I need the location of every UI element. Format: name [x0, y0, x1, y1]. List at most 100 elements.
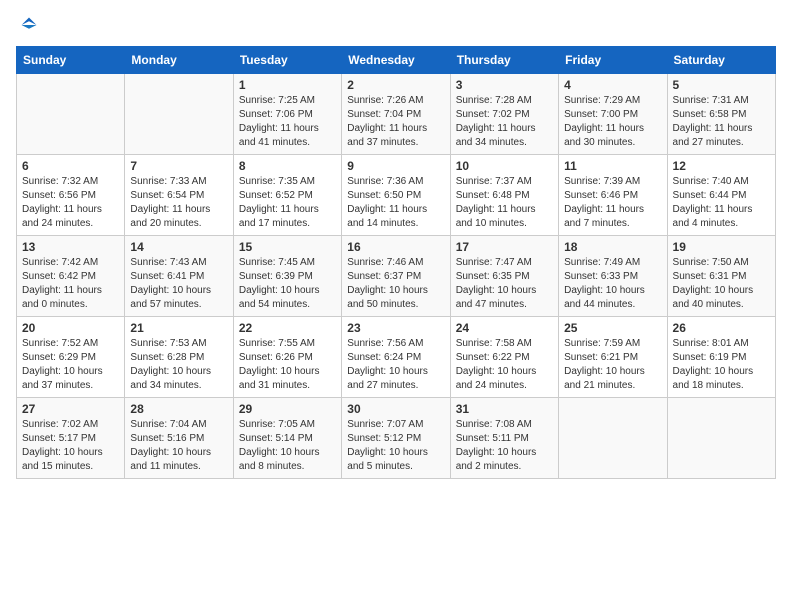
sunset-text: Sunset: 6:46 PM — [564, 190, 638, 201]
calendar-cell: 8Sunrise: 7:35 AMSunset: 6:52 PMDaylight… — [233, 155, 341, 236]
day-number: 29 — [239, 402, 336, 416]
logo — [16, 16, 38, 34]
sunset-text: Sunset: 6:44 PM — [673, 190, 747, 201]
sunset-text: Sunset: 6:37 PM — [347, 271, 421, 282]
calendar-cell: 30Sunrise: 7:07 AMSunset: 5:12 PMDayligh… — [342, 398, 450, 479]
daylight-text: Daylight: 10 hours and 8 minutes. — [239, 447, 320, 472]
calendar-cell: 5 Sunrise: 7:31 AMSunset: 6:58 PMDaylight… — [667, 74, 775, 155]
calendar-cell: 1Sunrise: 7:25 AMSunset: 7:06 PMDaylight… — [233, 74, 341, 155]
sunset-text: Sunset: 6:41 PM — [130, 271, 204, 282]
day-of-week-header: Saturday — [667, 47, 775, 74]
sunset-text: Sunset: 6:21 PM — [564, 352, 638, 363]
calendar-cell: 6Sunrise: 7:32 AMSunset: 6:56 PMDaylight… — [17, 155, 125, 236]
day-number: 5 — [673, 78, 770, 92]
cell-content: Sunrise: 7:25 AMSunset: 7:06 PMDaylight:… — [239, 94, 336, 150]
calendar-cell: 4Sunrise: 7:29 AMSunset: 7:00 PMDaylight… — [559, 74, 667, 155]
cell-content: Sunrise: 7:58 AMSunset: 6:22 PMDaylight:… — [456, 337, 553, 393]
sunrise-text: Sunrise: 7:36 AM — [347, 176, 423, 187]
sunrise-text: Sunrise: 7:42 AM — [22, 257, 98, 268]
day-of-week-header: Sunday — [17, 47, 125, 74]
day-of-week-header: Tuesday — [233, 47, 341, 74]
sunrise-text: Sunrise: 7:28 AM — [456, 95, 532, 106]
sunrise-text: Sunrise: 7:25 AM — [239, 95, 315, 106]
cell-content: Sunrise: 7:49 AM Sunset: 6:33 PM Daylight:… — [564, 256, 661, 312]
daylight-text: Daylight: 11 hours and 30 minutes. — [564, 123, 644, 148]
cell-content: Sunrise: 7:07 AMSunset: 5:12 PMDaylight:… — [347, 418, 444, 474]
daylight-text: Daylight: 11 hours and 41 minutes. — [239, 123, 319, 148]
day-number: 19 — [673, 240, 770, 254]
calendar-cell: 24 Sunrise: 7:58 AMSunset: 6:22 PMDayligh… — [450, 317, 558, 398]
daylight-text: Daylight: 11 hours and 0 minutes. — [22, 285, 102, 310]
daylight-text: Daylight: 10 hours and 47 minutes. — [456, 285, 537, 310]
sunrise-text: Sunrise: 7:02 AM — [22, 419, 98, 430]
calendar-cell: 19 Sunrise: 7:50 AMSunset: 6:31 PMDayligh… — [667, 236, 775, 317]
day-number: 26 — [673, 321, 770, 335]
daylight-text: Daylight: 10 hours and 27 minutes. — [347, 366, 428, 391]
calendar-cell: 21Sunrise: 7:53 AMSunset: 6:28 PMDayligh… — [125, 317, 233, 398]
daylight-text: Daylight: 11 hours and 17 minutes. — [239, 204, 319, 229]
sunrise-text: Sunrise: 7:49 AM — [564, 257, 640, 268]
sunrise-text: Sunrise: 7:53 AM — [130, 338, 206, 349]
sunset-text: Sunset: 5:14 PM — [239, 433, 313, 444]
day-number: 27 — [22, 402, 119, 416]
calendar-cell: 28 Sunrise: 7:04 AMSunset: 5:16 PMDayligh… — [125, 398, 233, 479]
sunrise-text: Sunrise: 7:31 AM — [673, 95, 749, 106]
day-of-week-header: Friday — [559, 47, 667, 74]
calendar-cell: 13Sunrise: 7:42 AMSunset: 6:42 PMDayligh… — [17, 236, 125, 317]
daylight-text: Daylight: 10 hours and 11 minutes. — [130, 447, 211, 472]
calendar-cell: 23Sunrise: 7:56 AMSunset: 6:24 PMDayligh… — [342, 317, 450, 398]
calendar-cell: 22Sunrise: 7:55 AMSunset: 6:26 PMDayligh… — [233, 317, 341, 398]
calendar-week-row: 1Sunrise: 7:25 AMSunset: 7:06 PMDaylight… — [17, 74, 776, 155]
cell-content: Sunrise: 7:50 AMSunset: 6:31 PMDaylight:… — [673, 256, 770, 312]
daylight-text: Daylight: 10 hours and 57 minutes. — [130, 285, 211, 310]
day-number: 4 — [564, 78, 661, 92]
day-number: 9 — [347, 159, 444, 173]
sunrise-text: Sunrise: 7:43 AM — [130, 257, 206, 268]
day-number: 18 — [564, 240, 661, 254]
sunset-text: Sunset: 6:24 PM — [347, 352, 421, 363]
calendar-week-row: 6Sunrise: 7:32 AMSunset: 6:56 PMDaylight… — [17, 155, 776, 236]
sunset-text: Sunset: 6:33 PM — [564, 271, 638, 282]
sunset-text: Sunset: 6:19 PM — [673, 352, 747, 363]
daylight-text: Daylight: 11 hours and 10 minutes. — [456, 204, 536, 229]
sunrise-text: Sunrise: 7:39 AM — [564, 176, 640, 187]
daylight-text: Daylight: 10 hours and 2 minutes. — [456, 447, 537, 472]
daylight-text: Daylight: 10 hours and 24 minutes. — [456, 366, 537, 391]
cell-content: Sunrise: 7:37 AMSunset: 6:48 PMDaylight:… — [456, 175, 553, 231]
cell-content: Sunrise: 7:53 AMSunset: 6:28 PMDaylight:… — [130, 337, 227, 393]
cell-content: Sunrise: 7:40 AM Sunset: 6:44 PM Daylight:… — [673, 175, 770, 231]
sunset-text: Sunset: 5:17 PM — [22, 433, 96, 444]
cell-content: Sunrise: 7:46 AMSunset: 6:37 PMDaylight:… — [347, 256, 444, 312]
sunset-text: Sunset: 7:04 PM — [347, 109, 421, 120]
calendar-cell: 15Sunrise: 7:45 AMSunset: 6:39 PMDayligh… — [233, 236, 341, 317]
sunset-text: Sunset: 5:16 PM — [130, 433, 204, 444]
cell-content: Sunrise: 7:04 AMSunset: 5:16 PMDaylight:… — [130, 418, 227, 474]
calendar-cell: 20Sunrise: 7:52 AMSunset: 6:29 PMDayligh… — [17, 317, 125, 398]
calendar-cell: 9Sunrise: 7:36 AMSunset: 6:50 PMDaylight… — [342, 155, 450, 236]
cell-content: Sunrise: 7:43 AM Sunset: 6:41 PM Daylight:… — [130, 256, 227, 312]
sunset-text: Sunset: 7:00 PM — [564, 109, 638, 120]
calendar-header-row: SundayMondayTuesdayWednesdayThursdayFrid… — [17, 47, 776, 74]
daylight-text: Daylight: 11 hours and 4 minutes. — [673, 204, 753, 229]
calendar-cell: 31Sunrise: 7:08 AMSunset: 5:11 PMDayligh… — [450, 398, 558, 479]
calendar-week-row: 20Sunrise: 7:52 AMSunset: 6:29 PMDayligh… — [17, 317, 776, 398]
sunset-text: Sunset: 6:26 PM — [239, 352, 313, 363]
calendar-cell: 3Sunrise: 7:28 AMSunset: 7:02 PMDaylight… — [450, 74, 558, 155]
calendar-week-row: 13Sunrise: 7:42 AMSunset: 6:42 PMDayligh… — [17, 236, 776, 317]
daylight-text: Daylight: 10 hours and 54 minutes. — [239, 285, 320, 310]
cell-content: Sunrise: 7:31 AMSunset: 6:58 PMDaylight:… — [673, 94, 770, 150]
daylight-text: Daylight: 11 hours and 14 minutes. — [347, 204, 427, 229]
calendar-cell: 14Sunrise: 7:43 AMSunset: 6:41 PMDayligh… — [125, 236, 233, 317]
calendar: SundayMondayTuesdayWednesdayThursdayFrid… — [16, 46, 776, 479]
day-number: 28 — [130, 402, 227, 416]
sunrise-text: Sunrise: 7:40 AM — [673, 176, 749, 187]
sunrise-text: Sunrise: 7:26 AM — [347, 95, 423, 106]
daylight-text: Daylight: 10 hours and 44 minutes. — [564, 285, 645, 310]
sunset-text: Sunset: 6:22 PM — [456, 352, 530, 363]
daylight-text: Daylight: 11 hours and 34 minutes. — [456, 123, 536, 148]
sunrise-text: Sunrise: 7:33 AM — [130, 176, 206, 187]
day-number: 24 — [456, 321, 553, 335]
cell-content: Sunrise: 7:05 AMSunset: 5:14 PMDaylight:… — [239, 418, 336, 474]
day-number: 17 — [456, 240, 553, 254]
daylight-text: Daylight: 10 hours and 15 minutes. — [22, 447, 103, 472]
